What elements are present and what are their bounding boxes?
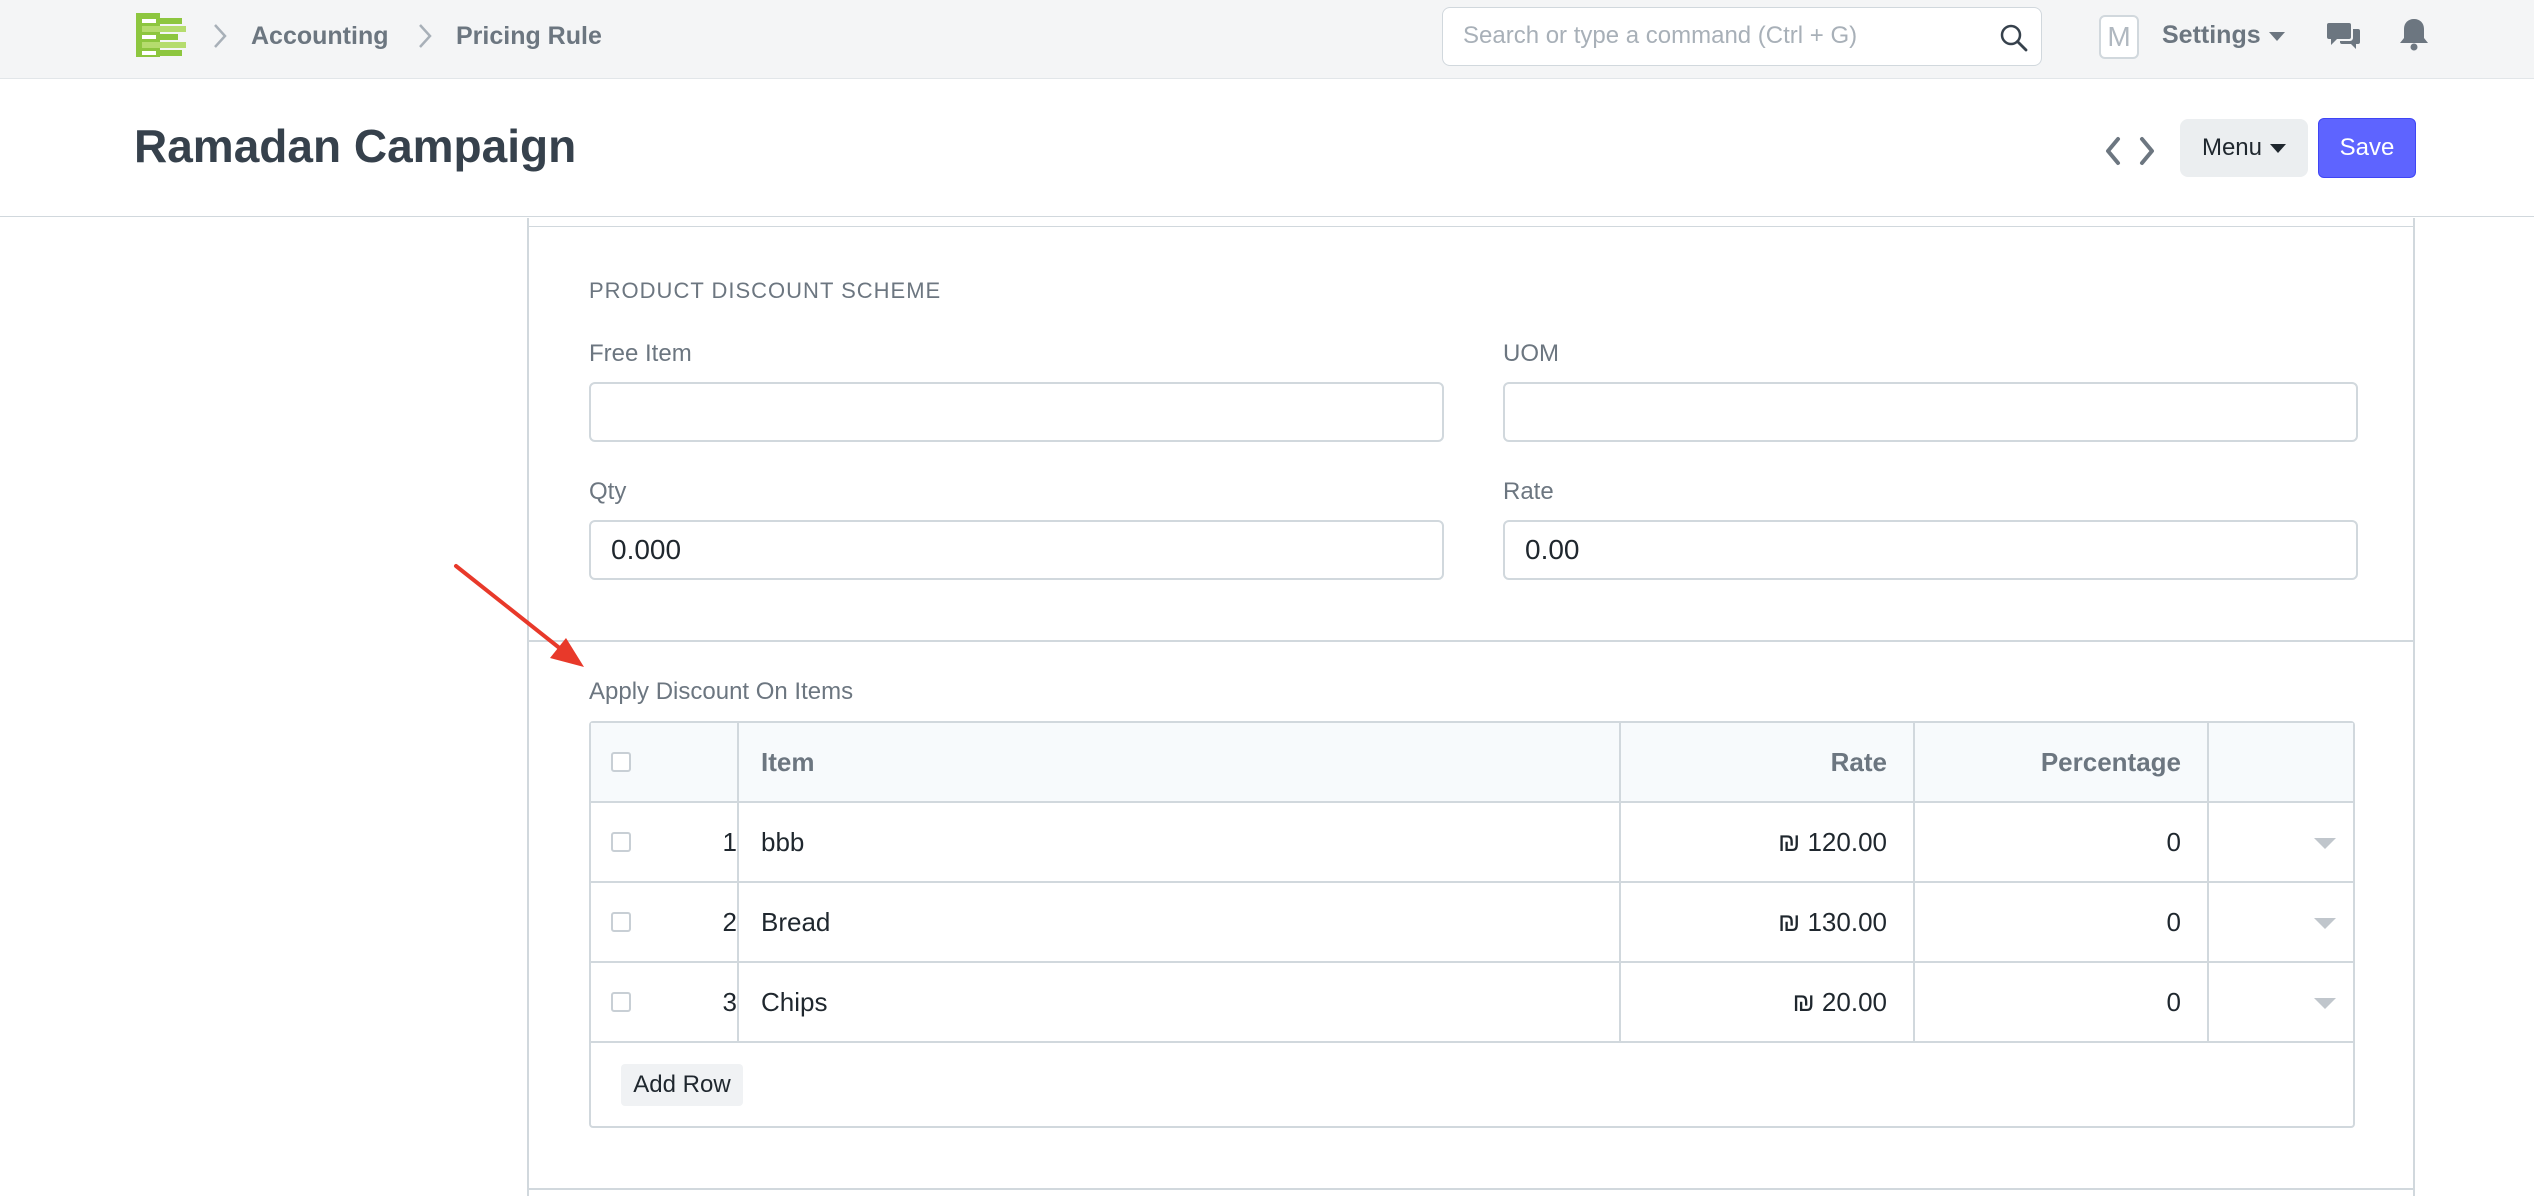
divider bbox=[529, 226, 2413, 227]
divider bbox=[529, 640, 2413, 642]
breadcrumb-accounting[interactable]: Accounting bbox=[251, 20, 389, 52]
row-index: 2 bbox=[722, 907, 737, 937]
column-divider bbox=[1913, 723, 1915, 1041]
breadcrumb-pricing-rule[interactable]: Pricing Rule bbox=[456, 20, 602, 52]
settings-label: Settings bbox=[2162, 21, 2261, 49]
row-rate[interactable]: ₪ 20.00 bbox=[1621, 963, 1887, 1041]
table-row[interactable]: 1 bbb ₪ 120.00 0 bbox=[591, 803, 2353, 883]
row-item[interactable]: bbb bbox=[761, 803, 804, 881]
chevron-down-icon bbox=[2270, 144, 2287, 154]
chat-icon[interactable] bbox=[2326, 18, 2362, 54]
column-header-percentage: Percentage bbox=[2040, 747, 2181, 777]
column-divider bbox=[2207, 723, 2209, 1041]
row-item[interactable]: Chips bbox=[761, 963, 827, 1041]
table-row[interactable]: 3 Chips ₪ 20.00 0 bbox=[591, 963, 2353, 1043]
row-percentage[interactable]: 0 bbox=[1915, 883, 2181, 961]
row-dropdown-icon[interactable] bbox=[2314, 918, 2336, 929]
bell-icon[interactable] bbox=[2398, 16, 2430, 52]
prev-next-icon[interactable] bbox=[2100, 131, 2160, 171]
free-item-label: Free Item bbox=[589, 340, 692, 367]
select-all-checkbox[interactable] bbox=[611, 752, 631, 772]
search-icon[interactable] bbox=[1999, 23, 2029, 53]
row-item[interactable]: Bread bbox=[761, 883, 830, 961]
add-row-button[interactable]: Add Row bbox=[621, 1064, 743, 1106]
annotation-arrow-icon bbox=[454, 564, 584, 667]
breadcrumb-chevron-icon bbox=[214, 24, 227, 48]
chevron-down-icon bbox=[2268, 31, 2285, 41]
row-checkbox[interactable] bbox=[611, 832, 631, 852]
column-divider bbox=[1619, 723, 1621, 1041]
top-navbar: Accounting Pricing Rule Search or type a… bbox=[0, 0, 2534, 79]
settings-dropdown[interactable]: Settings bbox=[2162, 18, 2285, 52]
row-rate[interactable]: ₪ 120.00 bbox=[1621, 803, 1887, 881]
qty-field[interactable]: 0.000 bbox=[589, 520, 1444, 580]
row-dropdown-icon[interactable] bbox=[2314, 838, 2336, 849]
uom-label: UOM bbox=[1503, 340, 1559, 367]
items-table-label: Apply Discount On Items bbox=[589, 678, 854, 705]
table-header: Item Rate Percentage bbox=[591, 723, 2353, 803]
menu-label: Menu bbox=[2201, 134, 2263, 161]
free-item-field[interactable] bbox=[589, 382, 1444, 442]
table-row[interactable]: 2 Bread ₪ 130.00 0 bbox=[591, 883, 2353, 963]
divider bbox=[529, 1188, 2413, 1190]
app-logo-icon[interactable] bbox=[134, 12, 186, 58]
row-percentage[interactable]: 0 bbox=[1915, 963, 2181, 1041]
row-dropdown-icon[interactable] bbox=[2314, 998, 2336, 1009]
row-rate[interactable]: ₪ 130.00 bbox=[1621, 883, 1887, 961]
section-title: PRODUCT DISCOUNT SCHEME bbox=[589, 278, 942, 303]
avatar[interactable]: M bbox=[2099, 15, 2139, 59]
page-title: Ramadan Campaign bbox=[134, 120, 577, 172]
items-table: Item Rate Percentage 1 bbb ₪ 120.00 0 2 … bbox=[589, 721, 2355, 1128]
column-header-item: Item bbox=[761, 747, 815, 777]
uom-field[interactable] bbox=[1503, 382, 2358, 442]
column-divider bbox=[737, 723, 739, 1041]
search-placeholder: Search or type a command (Ctrl + G) bbox=[1463, 22, 1858, 49]
row-index: 3 bbox=[722, 987, 737, 1017]
breadcrumb-chevron-icon bbox=[419, 24, 432, 48]
form-card: PRODUCT DISCOUNT SCHEME Free Item UOM Qt… bbox=[527, 218, 2415, 1196]
row-checkbox[interactable] bbox=[611, 912, 631, 932]
row-index: 1 bbox=[722, 827, 737, 857]
page-header: Ramadan Campaign Menu Save bbox=[0, 79, 2534, 217]
row-checkbox[interactable] bbox=[611, 992, 631, 1012]
save-button[interactable]: Save bbox=[2318, 118, 2416, 178]
search-input[interactable]: Search or type a command (Ctrl + G) bbox=[1442, 7, 2042, 66]
rate-label: Rate bbox=[1503, 478, 1554, 505]
menu-button[interactable]: Menu bbox=[2180, 119, 2308, 177]
rate-field[interactable]: 0.00 bbox=[1503, 520, 2358, 580]
qty-label: Qty bbox=[589, 478, 627, 505]
row-percentage[interactable]: 0 bbox=[1915, 803, 2181, 881]
column-header-rate: Rate bbox=[1830, 747, 1887, 777]
